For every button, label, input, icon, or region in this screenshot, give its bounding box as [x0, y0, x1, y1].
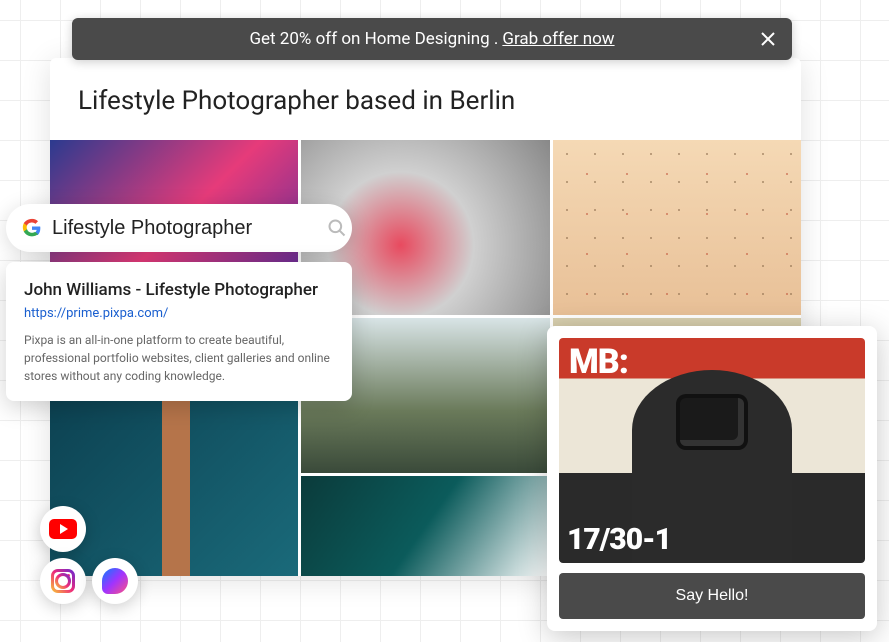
page-heading: Lifestyle Photographer based in Berlin — [50, 86, 801, 140]
result-url[interactable]: https://prime.pixpa.com/ — [24, 306, 334, 321]
gallery-tile[interactable] — [301, 476, 549, 576]
gallery-tile[interactable] — [553, 140, 801, 315]
promo-banner: Get 20% off on Home Designing . Grab off… — [72, 18, 792, 60]
search-bar[interactable] — [6, 204, 352, 252]
instagram-icon — [51, 569, 75, 593]
close-icon — [760, 31, 776, 47]
search-input[interactable] — [42, 217, 327, 240]
search-icon[interactable] — [327, 218, 347, 238]
promo-close-button[interactable] — [758, 29, 778, 49]
chat-photo: MB: 17/30-1 — [559, 338, 865, 563]
say-hello-button[interactable]: Say Hello! — [559, 573, 865, 619]
messenger-icon — [102, 568, 128, 594]
result-description: Pixpa is an all-in-one platform to creat… — [24, 331, 334, 385]
google-icon — [22, 218, 42, 238]
promo-cta-link[interactable]: Grab offer now — [502, 29, 614, 49]
chat-widget: MB: 17/30-1 Say Hello! — [547, 326, 877, 631]
instagram-button[interactable] — [40, 558, 86, 604]
photo-overlay-top: MB: — [569, 342, 628, 382]
youtube-icon — [49, 519, 77, 539]
photo-overlay-bottom: 17/30-1 — [567, 522, 671, 557]
messenger-button[interactable] — [92, 558, 138, 604]
result-title: John Williams - Lifestyle Photographer — [24, 280, 334, 300]
promo-text: Get 20% off on Home Designing . — [249, 29, 498, 49]
youtube-button[interactable] — [40, 506, 86, 552]
search-result-card[interactable]: John Williams - Lifestyle Photographer h… — [6, 262, 352, 401]
